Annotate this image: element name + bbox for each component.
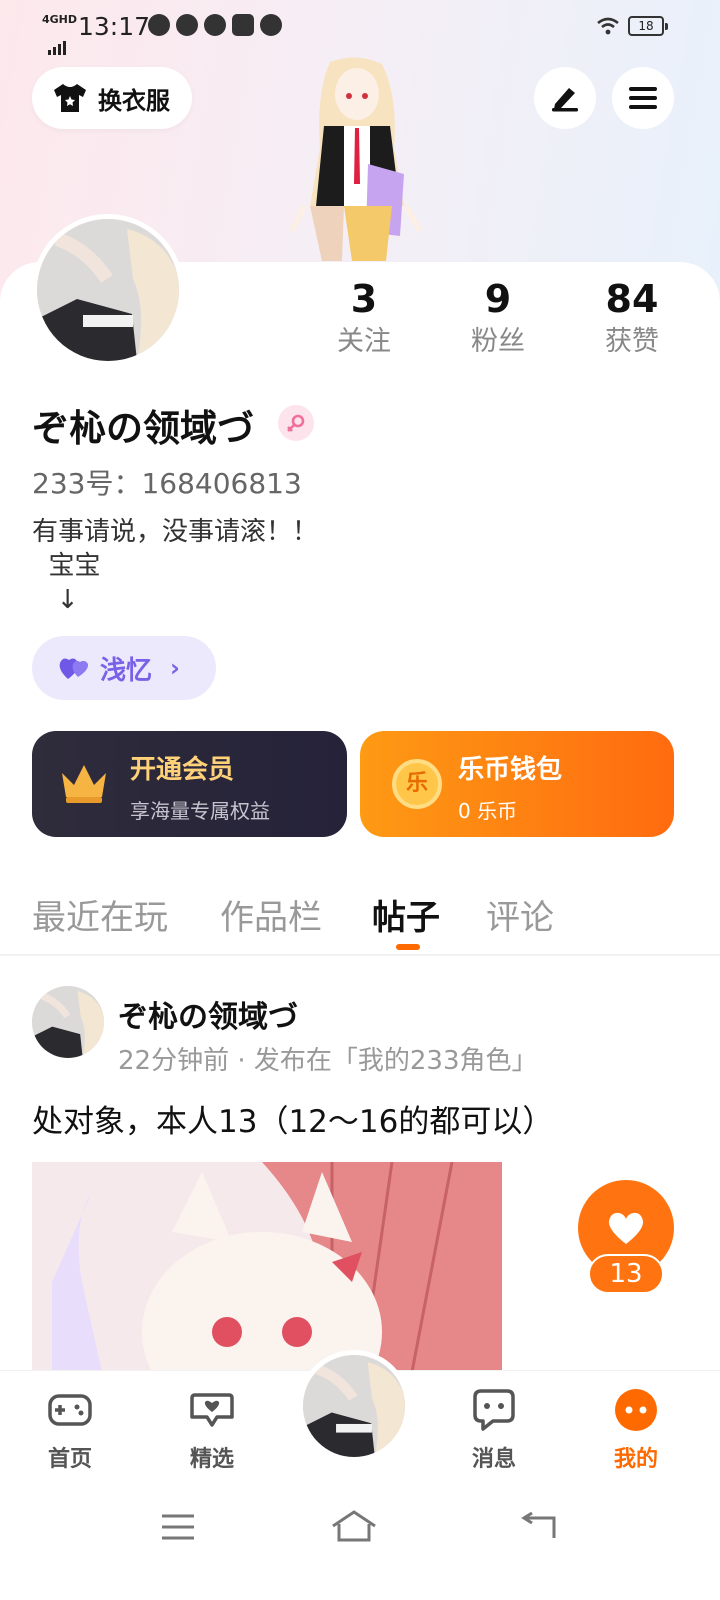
avatar-character-image[interactable] <box>282 56 432 266</box>
following-count: 3 <box>350 277 378 321</box>
recent-apps-icon[interactable] <box>160 1512 196 1542</box>
message-icon <box>473 1389 515 1431</box>
avatar-illustration <box>37 219 179 361</box>
nav-me-label: 我的 <box>613 1447 658 1472</box>
user-id: 233号：168406813 <box>32 467 302 500</box>
relationship-tag-label: 浅忆 <box>100 655 153 686</box>
nav-messages[interactable]: 消息 <box>444 1387 544 1473</box>
wallet-title: 乐币钱包 <box>458 755 563 785</box>
status-time: 13:17 <box>78 12 151 41</box>
tab-comments[interactable]: 评论 <box>486 890 554 939</box>
post-illustration <box>32 1162 502 1372</box>
following-stat[interactable]: 3 关注 <box>294 276 434 362</box>
likes-stat[interactable]: 84 获赞 <box>562 276 702 362</box>
nav-home[interactable]: 首页 <box>20 1387 120 1473</box>
vip-membership-card[interactable]: 开通会员 享海量专属权益 <box>32 731 347 837</box>
post-author-name[interactable]: ぞ杺の领域づ <box>118 992 298 1036</box>
nav-featured-label: 精选 <box>189 1447 234 1472</box>
edit-profile-button[interactable] <box>534 67 596 129</box>
pen-icon <box>552 88 578 112</box>
cloud-icon <box>148 14 170 36</box>
home-icon[interactable] <box>330 1508 378 1544</box>
wardrobe-button[interactable]: 换衣服 <box>32 67 192 129</box>
avatar-illustration <box>32 986 104 1058</box>
heart-chat-icon <box>190 1393 234 1427</box>
status-bar: 4GHD 13:17 18 <box>0 0 720 56</box>
tab-recently-played[interactable]: 最近在玩 <box>32 890 168 939</box>
notification-icons <box>148 14 282 36</box>
post-text[interactable]: 处对象，本人13（12～16的都可以） <box>32 1096 553 1141</box>
battery-icon: 18 <box>628 16 668 36</box>
nav-home-label: 首页 <box>47 1447 92 1472</box>
followers-count: 9 <box>484 277 512 321</box>
likes-received-label: 获赞 <box>605 326 659 357</box>
wifi-icon <box>597 17 619 35</box>
avatar-illustration <box>303 1355 405 1457</box>
tab-works[interactable]: 作品栏 <box>220 890 322 939</box>
followers-label: 粉丝 <box>471 326 525 357</box>
menu-button[interactable] <box>612 67 674 129</box>
followers-stat[interactable]: 9 粉丝 <box>428 276 568 362</box>
system-navigation-bar <box>0 1482 720 1600</box>
nav-featured[interactable]: 精选 <box>162 1387 262 1473</box>
post-meta: 22分钟前 · 发布在「我的233角色」 <box>118 1046 538 1076</box>
play-icon <box>232 14 254 36</box>
following-label: 关注 <box>337 326 391 357</box>
signal-icon <box>48 27 68 55</box>
username: ぞ杺の领域づ <box>32 407 254 450</box>
user-bio: 有事请说，没事请滚！！ 宝宝 ↓ <box>32 517 319 615</box>
tab-posts[interactable]: 帖子 <box>372 890 440 939</box>
crown-icon <box>62 765 106 803</box>
wardrobe-label: 换衣服 <box>98 86 170 115</box>
double-heart-icon <box>59 658 89 679</box>
active-tab-indicator <box>396 944 420 950</box>
likes-received-count: 84 <box>605 277 659 321</box>
back-icon[interactable] <box>520 1512 556 1542</box>
relationship-tag-button[interactable]: 浅忆 › <box>32 636 216 700</box>
link-icon <box>176 14 198 36</box>
hamburger-icon <box>629 87 657 109</box>
center-avatar-button[interactable] <box>298 1350 410 1462</box>
vip-title: 开通会员 <box>130 755 235 785</box>
gamepad-icon <box>48 1394 92 1426</box>
post-author-avatar[interactable] <box>32 986 104 1058</box>
vip-subtitle: 享海量专属权益 <box>130 799 270 823</box>
fan-icon <box>204 14 226 36</box>
wallet-card[interactable]: 乐 乐币钱包 0 乐币 <box>360 731 674 837</box>
profile-avatar[interactable] <box>32 214 184 366</box>
shirt-icon <box>54 84 86 112</box>
profile-tabs: 最近在玩 作品栏 帖子 评论 <box>0 886 720 956</box>
network-type: 4GHD <box>42 13 78 26</box>
like-count: 13 <box>588 1254 664 1294</box>
coin-icon: 乐 <box>392 759 442 809</box>
nav-me[interactable]: 我的 <box>586 1387 686 1473</box>
female-gender-icon <box>278 405 314 441</box>
heart-icon <box>608 1212 644 1244</box>
post-image[interactable] <box>32 1162 502 1372</box>
nav-messages-label: 消息 <box>471 1447 516 1472</box>
face-icon <box>615 1389 657 1431</box>
chevron-right-icon: › <box>170 654 180 682</box>
chat-bubble-icon <box>260 14 282 36</box>
wallet-balance: 0 乐币 <box>458 799 518 823</box>
